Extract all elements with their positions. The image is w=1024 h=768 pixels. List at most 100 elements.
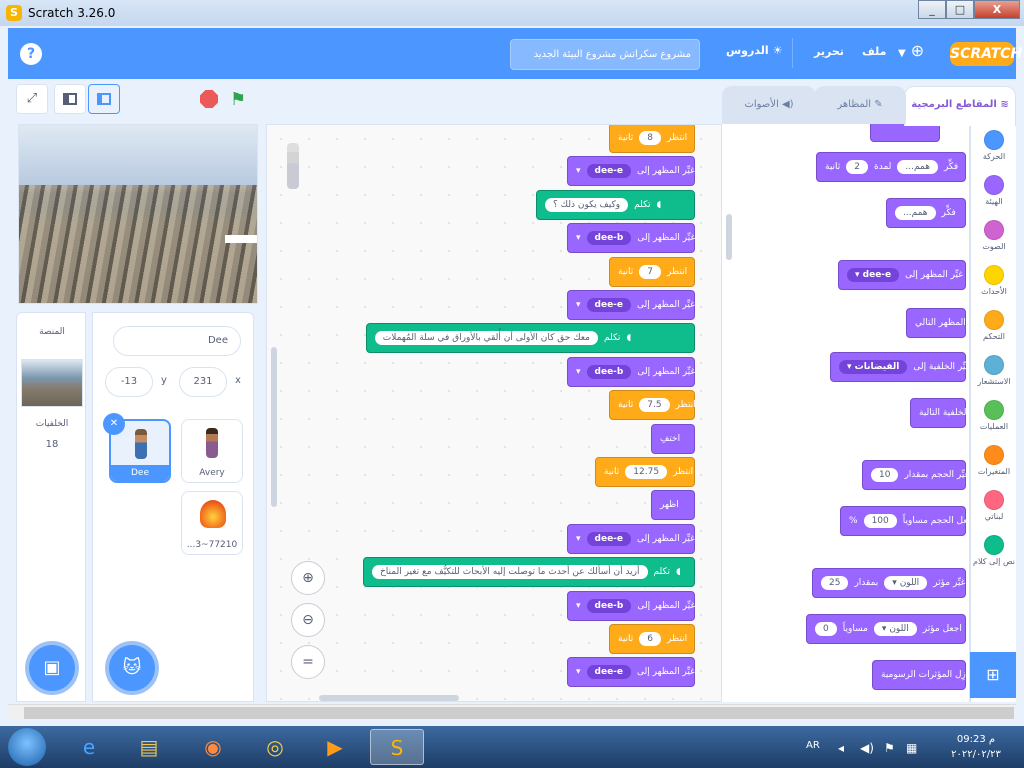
minimize-button[interactable]: _ [918,0,946,19]
green-flag-icon[interactable]: ⚑ [230,89,246,110]
fullscreen-button[interactable]: ⤢ [16,84,48,114]
category-9[interactable]: نص إلى كلام [971,535,1017,566]
block-input[interactable]: وكيف يكون ذلك ؟ [545,197,629,212]
block-input[interactable]: همم... [895,206,936,220]
scratch-logo[interactable]: SCRATCH [950,42,1022,66]
script-block-looks[interactable]: غيِّر المظهر إلى dee-e ▾ [567,657,695,688]
palette-clear-effects-block[interactable]: أزِل المؤثرات الرسومية [872,660,968,690]
palette-think-secs-block[interactable]: فكِّر همم... لمدة 2 ثانية [816,152,966,182]
large-stage-button[interactable] [88,84,120,114]
palette-set-size-block[interactable]: اجعل الحجم مساوياً 100 % [840,506,969,536]
block-input[interactable]: همم... [897,160,938,174]
script-block-looks[interactable]: اظهر [651,490,695,521]
costume-dropdown[interactable]: dee-e [586,531,632,546]
palette-change-effect-block[interactable]: غيِّر مؤثر اللون ▾ بمقدار 25 [812,568,966,598]
category-7[interactable]: المتغيرات [971,445,1017,476]
block-input[interactable]: 7.5 [639,398,670,413]
costume-dropdown[interactable]: dee-b [586,231,632,246]
scrollbar-thumb[interactable] [24,707,1014,719]
script-block-say[interactable]: ◖ تكلم معك حق كان الأولى أن أُلقي بالأوراق… [365,323,695,354]
ie-icon[interactable]: e [62,729,116,765]
workspace-horizontal-scrollbar[interactable] [319,695,459,701]
start-button[interactable] [8,728,46,766]
block-input[interactable]: 7 [639,264,662,279]
block-input[interactable]: 25 [821,576,849,590]
effect-dropdown[interactable]: اللون ▾ [884,576,928,590]
script-block-looks[interactable]: غيِّر المظهر إلى dee-b ▾ [567,590,695,621]
category-2[interactable]: الصوت [971,220,1017,251]
chrome-icon[interactable]: ◎ [248,729,302,765]
block-input[interactable]: أريد أن أسألك عن أحدث ما توصلت إليه الأب… [372,565,648,580]
palette-set-effect-block[interactable]: اجعل مؤثر اللون ▾ مساوياً 0 [806,614,966,644]
tab-code[interactable]: المقاطع البرمجية ≋ [904,86,1016,126]
tab-sounds[interactable]: الأصوات ◀) [722,86,816,124]
stop-icon[interactable] [200,90,218,108]
backdrop-thumbnail[interactable] [21,359,83,407]
language-indicator[interactable]: AR [806,740,820,751]
zoom-out-button[interactable]: ⊖ [291,603,325,637]
add-extension-button[interactable]: ⊞ [970,652,1016,698]
costume-dropdown[interactable]: dee-e [586,298,632,312]
stage-canvas[interactable] [18,124,258,304]
network-icon[interactable]: ▦ [906,741,917,755]
effect-dropdown[interactable]: اللون ▾ [873,622,917,636]
script-block-looks[interactable]: اختفِ [651,423,695,454]
clock[interactable]: 09:23 م ٢٠٢٢/٠٢/٢٣ [936,732,1016,762]
explorer-icon[interactable]: ▤ [122,729,176,765]
block-input[interactable]: 6 [639,632,662,646]
script-block-looks[interactable]: غيِّر المظهر إلى dee-e ▾ [567,290,695,320]
x-input[interactable]: 231 [179,367,227,397]
media-player-icon[interactable]: ▶ [308,729,362,765]
zoom-in-button[interactable]: ⊕ [291,561,325,595]
costume-dropdown[interactable]: dee-e [586,164,632,179]
y-input[interactable]: -13 [105,367,153,397]
palette-switch-costume-block[interactable]: غيِّر المظهر إلى dee-e ▾ [838,260,966,290]
category-8[interactable]: لبناتي [971,490,1017,521]
volume-icon[interactable]: ◀) [860,741,874,755]
script-block-ctrl[interactable]: انتظر 6 ثانية [609,624,695,654]
code-workspace[interactable]: انتظر 8 ثانية غيِّر المظهر إلى dee-e ▾ ◖ تكلم وك… [266,124,722,702]
delete-sprite-icon[interactable]: ✕ [103,413,125,435]
palette-think-block[interactable]: فكِّر همم... [886,198,966,228]
script-block-ctrl[interactable]: انتظر 7 ثانية [609,256,695,287]
file-menu[interactable]: ملف [862,45,886,58]
sprite-tile-fire[interactable]: ...3~77210 [181,491,243,555]
sprite-tile-dee[interactable]: ✕ Dee [103,413,171,483]
category-1[interactable]: الهيئة [971,175,1017,206]
category-5[interactable]: الاستشعار [971,355,1017,386]
palette-change-size-block[interactable]: غيِّر الحجم بمقدار 10 [862,460,969,490]
block-input[interactable]: 0 [815,622,837,636]
language-menu[interactable]: ▼ ⊕ [898,41,924,60]
script-block-looks[interactable]: غيِّر المظهر إلى dee-e ▾ [567,156,695,187]
close-button[interactable]: X [974,0,1020,19]
palette-switch-backdrop-block[interactable]: غيِّر الخلفية إلى الفيضانات ▾ [830,352,969,382]
script-block-looks[interactable]: غيِّر المظهر إلى dee-b ▾ [567,223,695,254]
project-title-input[interactable]: مشروع سكراتش مشروع البيئة الجديد [510,39,700,70]
block-palette[interactable]: فكِّر همم... لمدة 2 ثانية فكِّر همم... غ… [722,124,970,702]
costume-dropdown[interactable]: dee-e ▾ [847,268,900,282]
block-input[interactable]: 8 [639,131,662,145]
sprite-tile-avery[interactable]: Avery [181,419,243,483]
costume-dropdown[interactable]: dee-b [586,598,632,613]
palette-block-partial[interactable] [870,124,940,142]
small-stage-button[interactable] [54,84,86,114]
choose-sprite-button[interactable]: 🐱 [109,645,155,691]
script-block-ctrl[interactable]: انتظر 12.75 ثانية [595,457,695,487]
scratch-taskbar-icon[interactable]: S [370,729,424,765]
script-block-say[interactable]: ◖ تكلم وكيف يكون ذلك ؟ [536,189,695,220]
window-horizontal-scrollbar[interactable] [8,704,1016,720]
block-input[interactable]: معك حق كان الأولى أن أُلقي بالأوراق في س… [374,331,598,346]
block-input[interactable]: 12.75 [625,465,668,479]
script-block-ctrl[interactable]: انتظر 7.5 ثانية [609,390,696,421]
block-input[interactable]: 2 [846,160,869,174]
zoom-reset-button[interactable]: = [291,645,325,679]
stage-selector[interactable]: المنصة الخلفيات 18 ▣ [16,312,86,702]
costume-dropdown[interactable]: dee-e [586,665,632,680]
edit-menu[interactable]: تحرير [814,45,844,58]
tray-arrow-icon[interactable]: ◂ [838,741,844,755]
flag-tray-icon[interactable]: ⚑ [884,741,895,755]
block-input[interactable]: 100 [863,514,897,528]
category-3[interactable]: الأحداث [971,265,1017,296]
firefox-icon[interactable]: ◉ [186,729,240,765]
script-block-ctrl[interactable]: انتظر 8 ثانية [609,125,695,153]
